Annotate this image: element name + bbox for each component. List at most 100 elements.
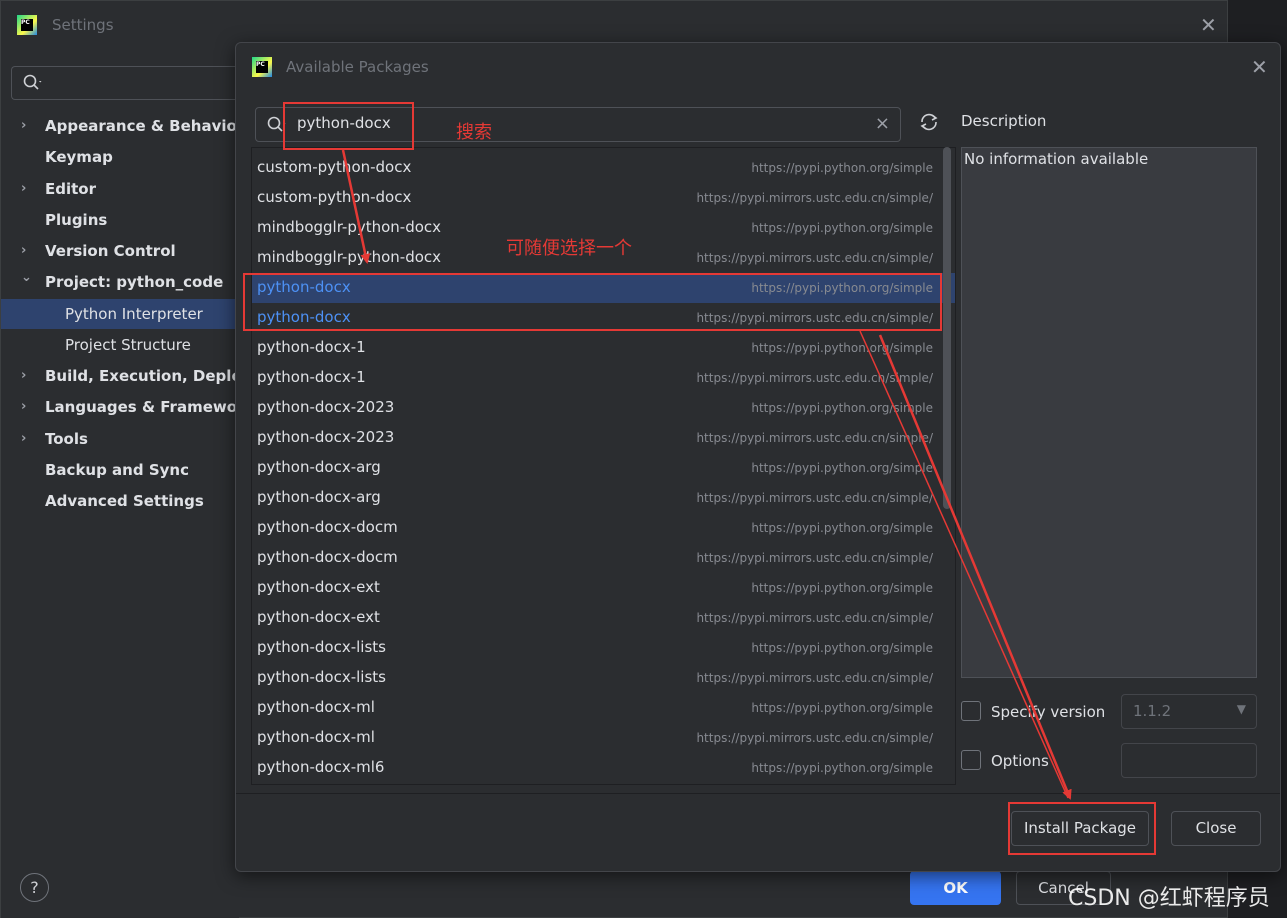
- ok-button[interactable]: OK: [910, 871, 1001, 905]
- package-row[interactable]: custom-python-docx https://pypi.python.or…: [252, 153, 955, 183]
- chevron-right-icon[interactable]: ›: [21, 174, 26, 204]
- package-repository: https://pypi.python.org/simple: [751, 401, 933, 415]
- package-name: custom-python-docx: [257, 158, 412, 176]
- close-button[interactable]: Close: [1171, 811, 1261, 846]
- package-name: python-docx-docm: [257, 548, 398, 566]
- sidebar-item[interactable]: Keymap: [1, 142, 239, 172]
- sidebar-item-label: Tools: [45, 429, 88, 448]
- pycharm-logo-icon: PC: [17, 15, 37, 35]
- package-row[interactable]: custom-python-docx https://pypi.mirrors.u…: [252, 183, 955, 213]
- sidebar-item[interactable]: Backup and Sync: [1, 455, 239, 485]
- specify-version-label: Specify version: [991, 703, 1106, 721]
- version-value: 1.1.2: [1133, 702, 1172, 720]
- package-list-scrollbar[interactable]: [943, 147, 951, 509]
- sidebar-item-label: Advanced Settings: [45, 492, 204, 510]
- chevron-right-icon[interactable]: ›: [21, 424, 26, 454]
- sidebar-item[interactable]: › Tools: [1, 424, 239, 454]
- sidebar-item-label: Editor: [45, 179, 96, 198]
- chevron-right-icon[interactable]: ›: [21, 111, 26, 141]
- package-repository: https://pypi.python.org/simple: [751, 761, 933, 775]
- sidebar-search-input[interactable]: [11, 66, 239, 100]
- package-name: python-docx-docm: [257, 518, 398, 536]
- package-name: python-docx-ext: [257, 578, 380, 596]
- options-checkbox[interactable]: [961, 750, 981, 770]
- package-name: python-docx-ml: [257, 698, 375, 716]
- sidebar-item-label: Appearance & Behavior: [45, 117, 239, 135]
- sidebar-item[interactable]: › Appearance & Behavior: [1, 111, 239, 141]
- package-repository: https://pypi.mirrors.ustc.edu.cn/simple/: [696, 491, 933, 505]
- help-button[interactable]: ?: [20, 873, 49, 902]
- package-row[interactable]: python-docx-1 https://pypi.python.org/sim…: [252, 333, 955, 363]
- sidebar-item[interactable]: › Editor: [1, 174, 239, 204]
- package-repository: https://pypi.mirrors.ustc.edu.cn/simple/: [696, 431, 933, 445]
- package-name: python-docx-1: [257, 368, 366, 386]
- options-input[interactable]: [1121, 743, 1257, 778]
- sidebar-item[interactable]: Python Interpreter: [1, 298, 239, 329]
- chevron-right-icon[interactable]: ›: [21, 392, 26, 422]
- chevron-down-icon: ▼: [1236, 702, 1246, 716]
- sidebar-item-label: Plugins: [45, 210, 108, 229]
- sidebar-item-label: Languages & Frameworks: [45, 398, 239, 417]
- package-name: python-docx-2023: [257, 398, 395, 416]
- sidebar-item[interactable]: Advanced Settings: [1, 486, 239, 516]
- package-name: python-docx-arg: [257, 458, 381, 476]
- package-repository: https://pypi.mirrors.ustc.edu.cn/simple/: [696, 371, 933, 385]
- package-repository: https://pypi.mirrors.ustc.edu.cn/simple/: [696, 611, 933, 625]
- clear-search-icon[interactable]: ×: [875, 113, 890, 134]
- package-row[interactable]: python-docx-2023 https://pypi.mirrors.ust…: [252, 423, 955, 453]
- chevron-right-icon[interactable]: ›: [21, 236, 26, 266]
- sidebar-item-label: Version Control: [45, 242, 176, 260]
- sidebar-item[interactable]: Plugins: [1, 205, 239, 235]
- package-row[interactable]: python-docx-ml6 https://pypi.python.org/s…: [252, 753, 955, 783]
- package-row[interactable]: python-docx-2023 https://pypi.python.org/…: [252, 393, 955, 423]
- package-repository: https://pypi.mirrors.ustc.edu.cn/simple/: [696, 551, 933, 565]
- watermark: CSDN @红虾程序员: [1068, 886, 1270, 911]
- version-select[interactable]: 1.1.2 ▼: [1121, 694, 1257, 729]
- package-row[interactable]: python-docx-ml https://pypi.python.org/si…: [252, 693, 955, 723]
- specify-version-checkbox[interactable]: [961, 701, 981, 721]
- package-repository: https://pypi.python.org/simple: [751, 221, 933, 235]
- settings-close-icon[interactable]: ✕: [1200, 15, 1217, 35]
- sidebar-item-label: Keymap: [45, 148, 113, 167]
- package-row[interactable]: python-docx-docm https://pypi.python.org/…: [252, 513, 955, 543]
- package-row[interactable]: python-docx-arg https://pypi.mirrors.ustc…: [252, 483, 955, 513]
- settings-sidebar: › Appearance & Behavior Keymap › Editor Plugi…: [1, 51, 239, 918]
- package-repository: https://pypi.python.org/simple: [751, 701, 933, 715]
- sidebar-item[interactable]: › Build, Execution, Deployment: [1, 361, 239, 391]
- package-name: python-docx-lists: [257, 638, 386, 656]
- package-repository: https://pypi.python.org/simple: [751, 461, 933, 475]
- package-row[interactable]: python-docx-docm https://pypi.mirrors.ust…: [252, 543, 955, 573]
- sidebar-item-label: Build, Execution, Deployment: [45, 367, 239, 385]
- footer-divider: [236, 793, 1280, 794]
- package-name: python-docx-ml6: [257, 758, 385, 776]
- package-name: python-docx-2023: [257, 428, 395, 446]
- sidebar-item-label: Backup and Sync: [45, 460, 189, 479]
- available-packages-dialog: PC Available Packages ✕ python-docx × cu…: [235, 42, 1281, 872]
- sidebar-item[interactable]: › Languages & Frameworks: [1, 392, 239, 422]
- settings-title: Settings: [52, 16, 114, 34]
- package-repository: https://pypi.python.org/simple: [751, 341, 933, 355]
- sidebar-item[interactable]: › Version Control: [1, 236, 239, 266]
- package-highlight-box: [243, 273, 942, 331]
- chevron-right-icon[interactable]: ›: [21, 361, 26, 391]
- package-name: python-docx-ml: [257, 728, 375, 746]
- description-panel: No information available: [961, 147, 1257, 678]
- refresh-icon[interactable]: [915, 111, 943, 139]
- package-row[interactable]: python-docx-lists https://pypi.python.org…: [252, 633, 955, 663]
- search-highlight-box: [283, 102, 414, 150]
- package-row[interactable]: python-docx-ext https://pypi.python.org/s…: [252, 573, 955, 603]
- package-name: mindbogglr-python-docx: [257, 218, 442, 236]
- package-repository: https://pypi.mirrors.ustc.edu.cn/simple/: [696, 671, 933, 685]
- pycharm-logo-icon: PC: [252, 57, 272, 77]
- sidebar-item[interactable]: ⌄ Project: python_code: [1, 267, 239, 297]
- package-row[interactable]: python-docx-arg https://pypi.python.org/s…: [252, 453, 955, 483]
- package-row[interactable]: python-docx-ext https://pypi.mirrors.ustc…: [252, 603, 955, 633]
- search-annotation: 搜索: [456, 122, 492, 143]
- dialog-close-icon[interactable]: ✕: [1251, 57, 1268, 77]
- package-row[interactable]: python-docx-lists https://pypi.mirrors.us…: [252, 663, 955, 693]
- package-repository: https://pypi.python.org/simple: [751, 161, 933, 175]
- chevron-down-icon[interactable]: ⌄: [21, 267, 32, 293]
- package-row[interactable]: python-docx-1 https://pypi.mirrors.ustc.e…: [252, 363, 955, 393]
- sidebar-item[interactable]: Project Structure: [1, 330, 239, 360]
- package-row[interactable]: python-docx-ml https://pypi.mirrors.ustc.…: [252, 723, 955, 753]
